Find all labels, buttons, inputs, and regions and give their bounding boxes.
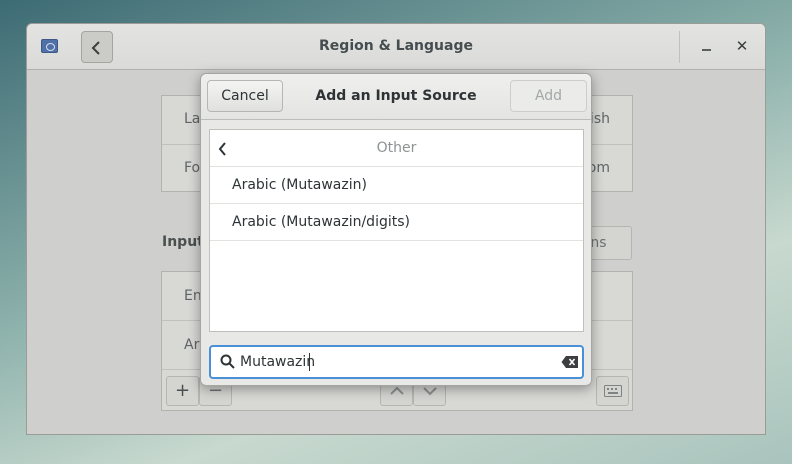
- search-icon: [220, 354, 235, 369]
- list-item[interactable]: Arabic (Mutawazin): [210, 167, 583, 204]
- input-source-list: Other Arabic (Mutawazin) Arabic (Mutawaz…: [209, 129, 584, 332]
- add-input-source-button[interactable]: +: [166, 376, 199, 406]
- window-title: Region & Language: [319, 38, 473, 54]
- list-back-row[interactable]: Other: [210, 130, 583, 167]
- list-item-label: Arabic (Mutawazin/digits): [232, 214, 410, 230]
- keyboard-layout-button[interactable]: [596, 376, 629, 406]
- search-field[interactable]: [209, 345, 584, 379]
- add-button[interactable]: Add: [510, 80, 587, 112]
- dialog-headerbar: Cancel Add an Input Source Add: [201, 74, 591, 120]
- list-item[interactable]: Arabic (Mutawazin/digits): [210, 204, 583, 241]
- keyboard-icon: [604, 385, 622, 397]
- add-input-source-dialog: Cancel Add an Input Source Add Other Ara…: [200, 73, 592, 386]
- search-input[interactable]: [240, 352, 540, 372]
- chevron-down-icon: [423, 387, 437, 396]
- chevron-up-icon: [390, 386, 404, 395]
- window-headerbar: Region & Language ✕: [27, 24, 765, 70]
- list-header-label: Other: [376, 140, 417, 156]
- text-caret: [309, 353, 310, 371]
- headerbar-separator: [679, 31, 680, 63]
- list-item-label: Arabic (Mutawazin): [232, 177, 367, 193]
- minimize-button[interactable]: [699, 38, 715, 54]
- close-button[interactable]: ✕: [734, 38, 750, 54]
- clear-text-icon[interactable]: [561, 355, 579, 369]
